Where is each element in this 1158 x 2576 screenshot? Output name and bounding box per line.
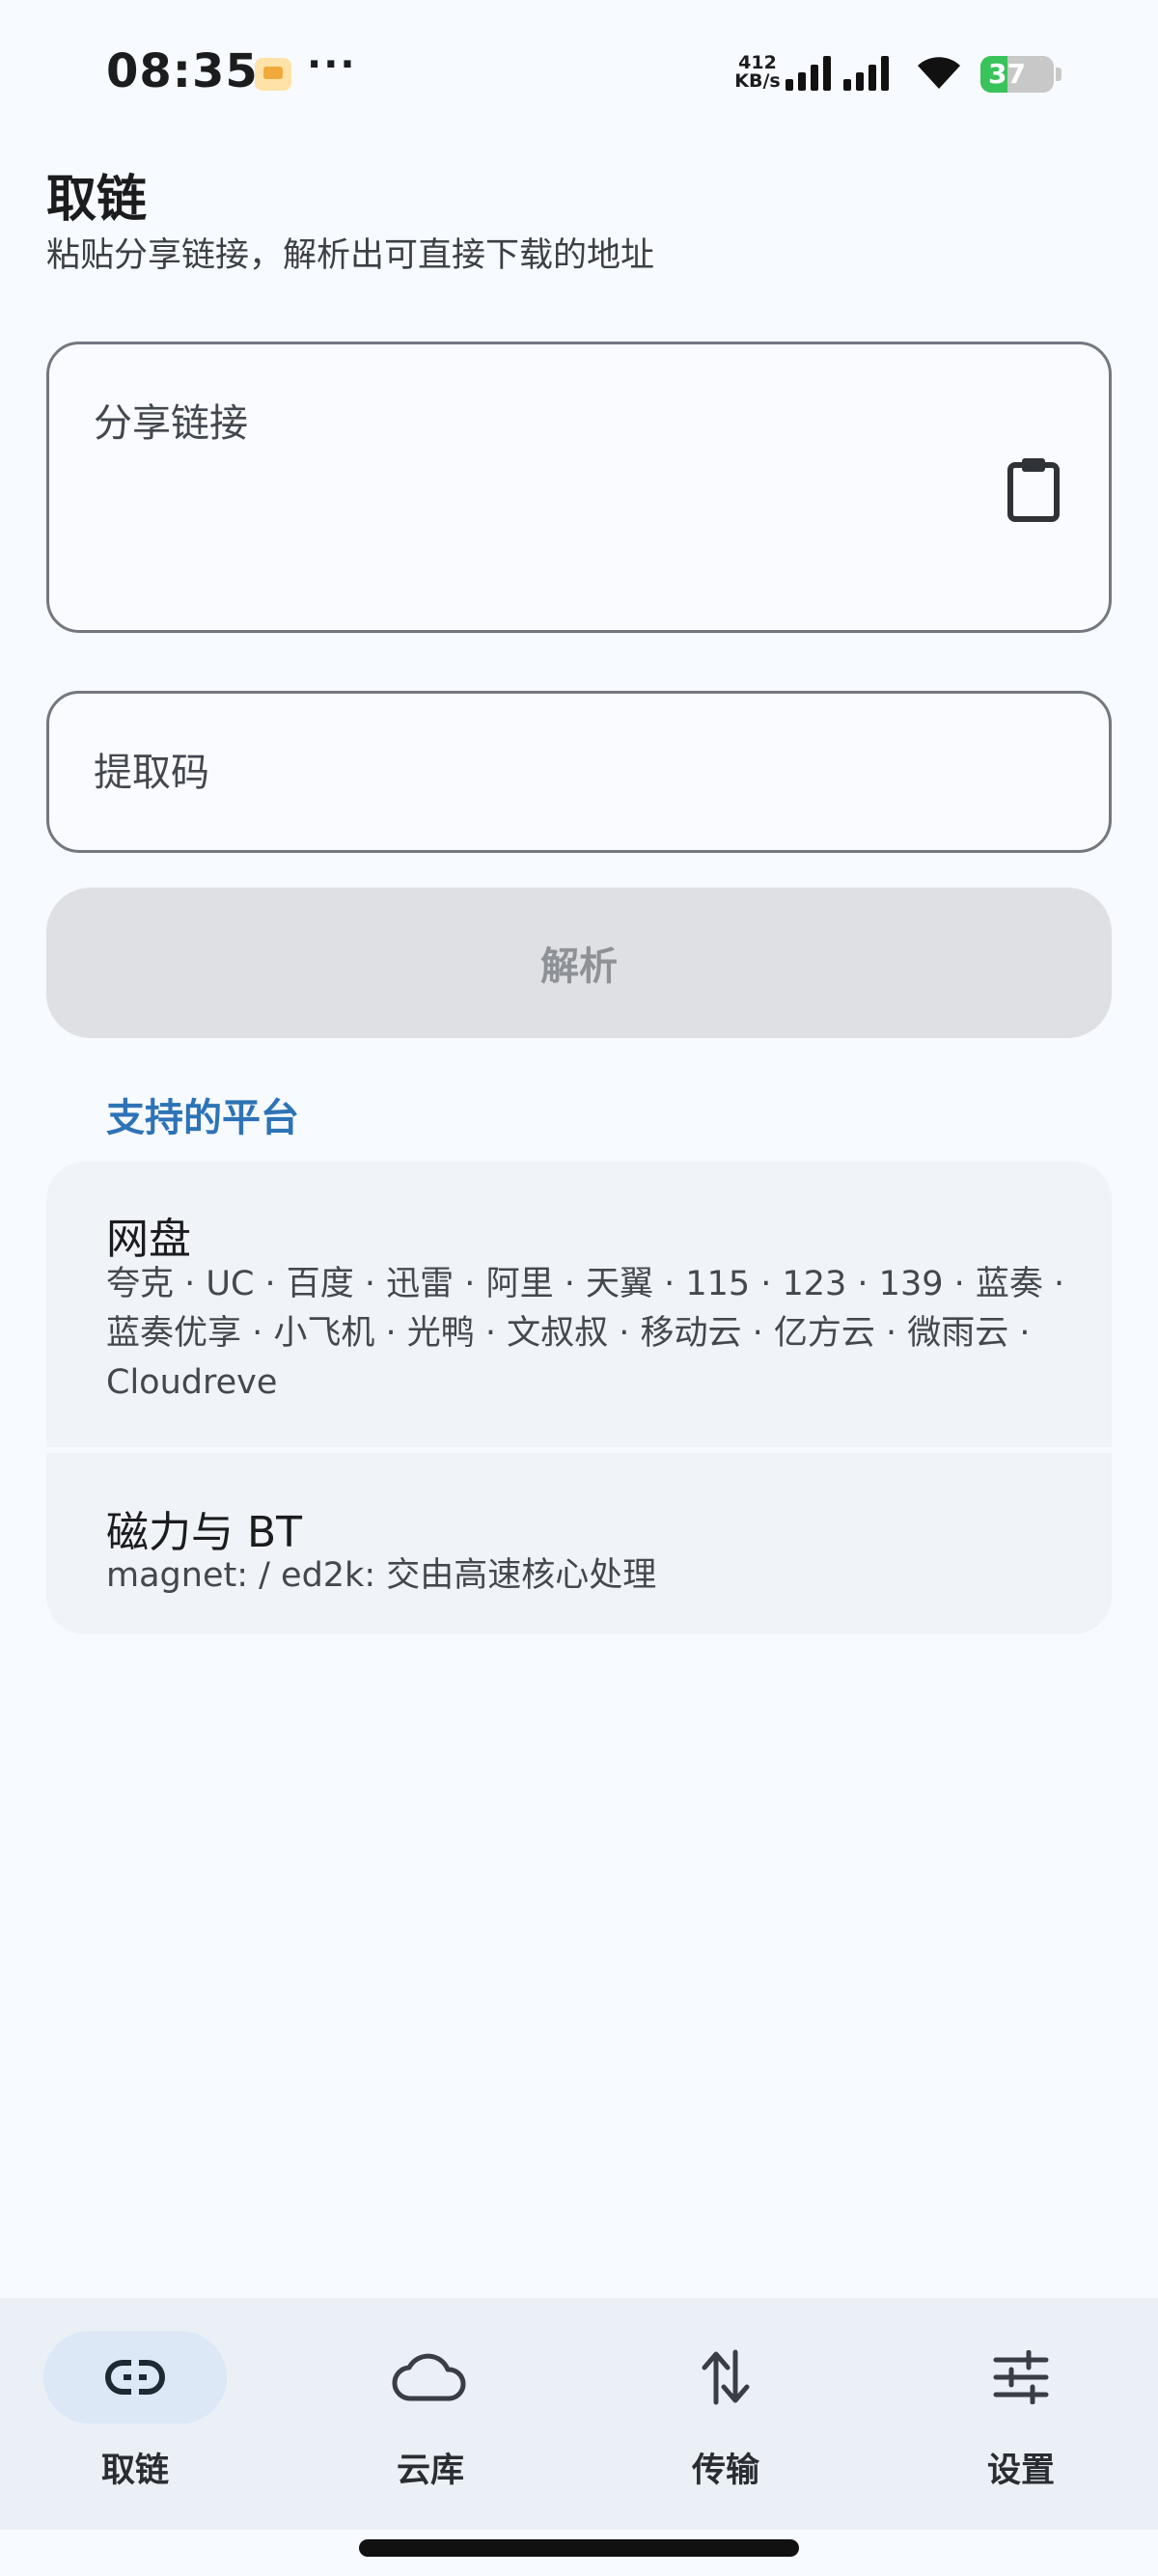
share-link-input[interactable]: [94, 395, 962, 452]
supported-platforms-title: 支持的平台: [106, 1096, 299, 1140]
nav-icon-container: [634, 2331, 817, 2424]
app-screen: 08:35 ··· 412 KB/s 37 取链 粘贴分享链接，解析出可直接下载…: [0, 0, 1158, 2576]
more-notifications-icon: ···: [307, 42, 357, 87]
nav-active-indicator: [43, 2331, 227, 2424]
message-notification-icon: [255, 58, 291, 91]
extraction-code-field[interactable]: [46, 691, 1112, 853]
platform-row-desc: magnet: / ed2k: 交由高速核心处理: [106, 1556, 657, 1595]
clipboard-icon: [1007, 458, 1060, 522]
nav-label: 传输: [691, 2452, 759, 2490]
transfer-icon: [702, 2349, 750, 2405]
parse-button[interactable]: 解析: [46, 888, 1112, 1038]
link-icon: [105, 2358, 165, 2397]
platform-row-netdisk: 网盘 夸克 · UC · 百度 · 迅雷 · 阿里 · 天翼 · 115 · 1…: [46, 1162, 1112, 1447]
status-bar: 08:35 ··· 412 KB/s 37: [0, 0, 1158, 145]
platform-row-magnet-bt: 磁力与 BT magnet: / ed2k: 交由高速核心处理: [46, 1453, 1112, 1634]
platform-row-title: 网盘: [106, 1215, 191, 1264]
bottom-navigation: 取链 云库 传输 设置: [0, 2298, 1158, 2530]
battery-tip: [1056, 68, 1062, 81]
nav-icon-container: [929, 2331, 1113, 2424]
nav-item-transfer[interactable]: 传输: [629, 2331, 822, 2505]
battery-level: 37: [988, 58, 1026, 90]
network-speed-unit: KB/s: [734, 70, 781, 92]
nav-label: 设置: [986, 2452, 1055, 2490]
nav-item-settings[interactable]: 设置: [924, 2331, 1117, 2505]
cloud-icon: [392, 2353, 466, 2401]
nav-icon-container: [339, 2331, 522, 2424]
extraction-code-input[interactable]: [94, 744, 962, 802]
home-indicator[interactable]: [359, 2539, 799, 2557]
sliders-icon: [993, 2350, 1049, 2404]
nav-item-cloud[interactable]: 云库: [334, 2331, 527, 2505]
status-time: 08:35: [106, 44, 259, 98]
page-subtitle: 粘贴分享链接，解析出可直接下载的地址: [46, 236, 655, 275]
nav-label: 云库: [396, 2452, 464, 2490]
nav-label: 取链: [100, 2452, 169, 2490]
page-title: 取链: [46, 171, 148, 229]
signal-sim2-icon: [843, 56, 889, 91]
platform-row-title: 磁力与 BT: [106, 1508, 303, 1557]
platforms-card: 网盘 夸克 · UC · 百度 · 迅雷 · 阿里 · 天翼 · 115 · 1…: [46, 1162, 1112, 1634]
wifi-icon: [918, 57, 960, 89]
signal-sim1-icon: [786, 56, 831, 91]
battery-icon: 37: [980, 56, 1054, 93]
network-speed: 412 KB/s: [733, 54, 782, 91]
platform-row-desc: 夸克 · UC · 百度 · 迅雷 · 阿里 · 天翼 · 115 · 123 …: [106, 1265, 1065, 1402]
nav-item-link[interactable]: 取链: [39, 2331, 232, 2505]
paste-clipboard-button[interactable]: [995, 451, 1072, 528]
share-link-field[interactable]: [46, 342, 1112, 633]
